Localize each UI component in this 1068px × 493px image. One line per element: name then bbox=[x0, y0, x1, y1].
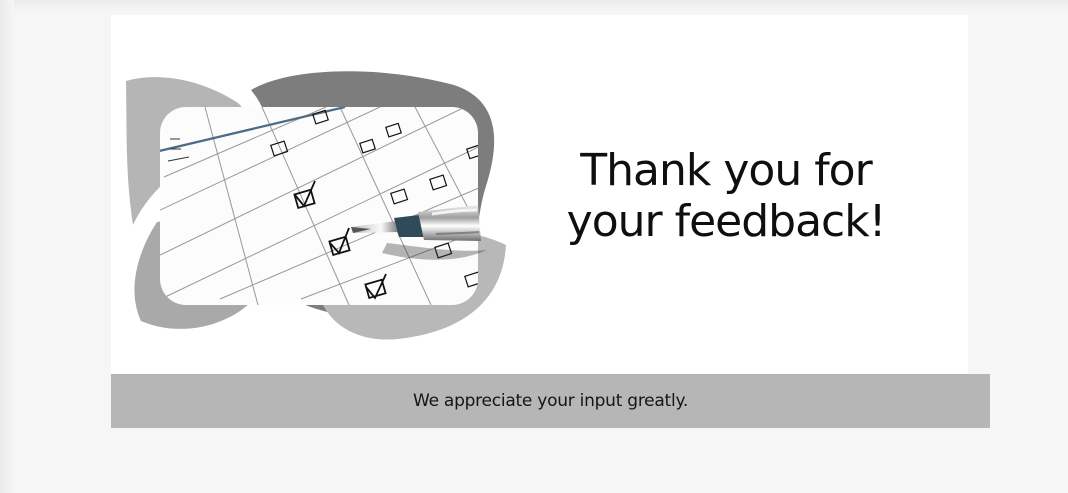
checklist-pen-image-icon bbox=[126, 71, 506, 340]
thank-you-heading: Thank you for your feedback! bbox=[566, 145, 887, 247]
checklist-pen-image bbox=[125, 69, 507, 341]
left-edge-shadow bbox=[0, 0, 14, 493]
appreciation-message: We appreciate your input greatly. bbox=[413, 391, 688, 411]
thank-you-card: Thank you for your feedback! bbox=[111, 15, 968, 374]
appreciation-banner: We appreciate your input greatly. bbox=[111, 374, 990, 428]
page-background: Thank you for your feedback! We apprecia… bbox=[0, 0, 1068, 493]
top-edge-shadow bbox=[0, 0, 1068, 13]
checklist-paper bbox=[160, 107, 478, 305]
